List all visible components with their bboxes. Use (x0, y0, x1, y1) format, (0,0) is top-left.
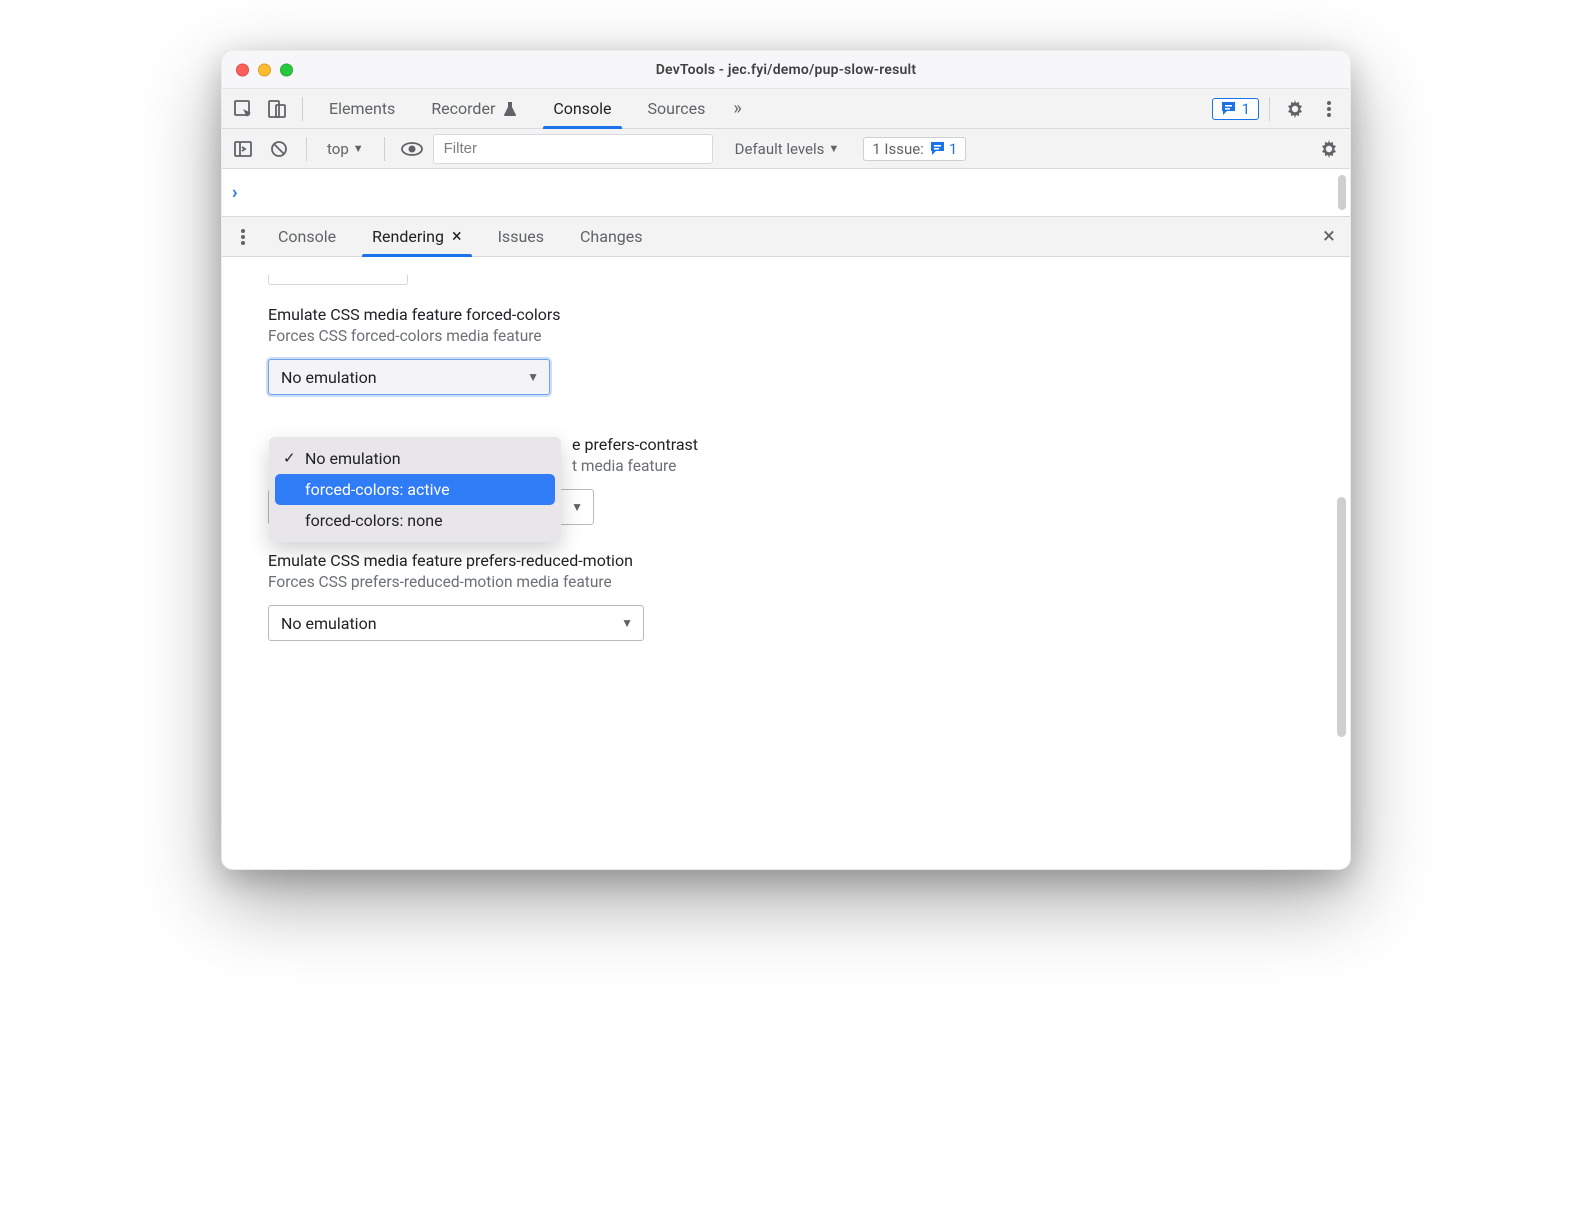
drawer-tabbar: Console Rendering × Issues Changes × (222, 217, 1350, 257)
rendering-panel: Emulate CSS media feature forced-colors … (222, 257, 1350, 869)
section-desc: Forces CSS prefers-reduced-motion media … (268, 573, 1304, 591)
section-prefers-reduced-motion: Emulate CSS media feature prefers-reduce… (268, 551, 1304, 641)
divider (384, 137, 385, 161)
clear-console-icon[interactable] (264, 134, 294, 164)
badge-count: 1 (1242, 100, 1250, 118)
scrollbar-thumb[interactable] (1337, 497, 1346, 737)
context-label: top (327, 140, 349, 158)
device-toolbar-icon[interactable] (262, 94, 292, 124)
tab-elements[interactable]: Elements (313, 89, 411, 128)
dropdown-option-forced-colors-none[interactable]: forced-colors: none (275, 505, 555, 536)
tab-console[interactable]: Console (537, 89, 627, 128)
prompt-icon: › (232, 182, 237, 203)
issues-badge[interactable]: 1 (1212, 98, 1259, 120)
partial-previous-control (268, 275, 408, 285)
select-value: No emulation (281, 614, 377, 633)
tab-label: Recorder (431, 99, 495, 118)
section-title: Emulate CSS media feature forced-colors (268, 305, 1304, 324)
issues-count: 1 (949, 140, 957, 158)
tab-label: Elements (329, 99, 395, 118)
chevron-down-icon: ▼ (353, 142, 364, 155)
tab-label: Console (553, 99, 611, 118)
tab-recorder[interactable]: Recorder (415, 89, 533, 128)
window-minimize-button[interactable] (258, 63, 271, 76)
dropdown-option-forced-colors-active[interactable]: forced-colors: active (275, 474, 555, 505)
flask-icon (503, 101, 517, 117)
chevron-down-icon: ▼ (571, 500, 583, 514)
window-zoom-button[interactable] (280, 63, 293, 76)
live-expression-icon[interactable] (397, 134, 427, 164)
chevron-down-icon: ▼ (621, 616, 633, 630)
message-icon (1221, 101, 1236, 116)
divider (302, 97, 303, 121)
drawer-tab-rendering[interactable]: Rendering × (356, 217, 477, 256)
main-tabbar: Elements Recorder Console Sources » 1 (222, 89, 1350, 129)
forced-colors-select[interactable]: No emulation ▼ (268, 359, 550, 395)
close-drawer-icon[interactable]: × (1314, 222, 1344, 252)
window-close-button[interactable] (236, 63, 249, 76)
kebab-menu-icon[interactable] (1314, 94, 1344, 124)
select-value: No emulation (281, 368, 377, 387)
tab-label: Issues (498, 227, 544, 246)
drawer-tab-issues[interactable]: Issues (482, 217, 560, 256)
chevron-down-icon: ▼ (527, 370, 539, 384)
dropdown-option-no-emulation[interactable]: No emulation (275, 443, 555, 474)
issues-label: 1 Issue: (872, 140, 924, 158)
tab-close-icon[interactable]: × (452, 228, 462, 246)
tab-label: Sources (648, 99, 706, 118)
inspect-element-icon[interactable] (228, 94, 258, 124)
tab-label: Rendering (372, 227, 444, 246)
divider (1269, 97, 1270, 121)
more-tabs-button[interactable]: » (725, 98, 749, 119)
console-input-area[interactable]: › (222, 169, 1350, 217)
tab-label: Changes (580, 227, 643, 246)
settings-icon[interactable] (1280, 94, 1310, 124)
devtools-window: DevTools - jec.fyi/demo/pup-slow-result … (221, 50, 1351, 870)
issues-summary[interactable]: 1 Issue: 1 (863, 137, 966, 161)
divider (306, 137, 307, 161)
prefers-reduced-motion-select[interactable]: No emulation ▼ (268, 605, 644, 641)
context-selector[interactable]: top ▼ (319, 135, 372, 163)
forced-colors-dropdown: No emulation forced-colors: active force… (269, 437, 561, 542)
console-settings-icon[interactable] (1314, 134, 1344, 164)
message-icon (930, 141, 945, 156)
window-title: DevTools - jec.fyi/demo/pup-slow-result (222, 62, 1350, 78)
chevron-down-icon: ▼ (828, 142, 839, 155)
traffic-lights (236, 63, 293, 76)
levels-label: Default levels (735, 140, 825, 158)
log-levels-selector[interactable]: Default levels ▼ (727, 135, 848, 163)
console-toolbar: top ▼ Default levels ▼ 1 Issue: 1 (222, 129, 1350, 169)
section-title: Emulate CSS media feature prefers-reduce… (268, 551, 1304, 570)
tab-label: Console (278, 227, 336, 246)
drawer-tab-console[interactable]: Console (262, 217, 352, 256)
console-sidebar-toggle-icon[interactable] (228, 134, 258, 164)
scrollbar-thumb[interactable] (1338, 175, 1346, 210)
filter-input[interactable] (433, 134, 713, 164)
drawer-kebab-icon[interactable] (228, 222, 258, 252)
drawer-tab-changes[interactable]: Changes (564, 217, 659, 256)
section-forced-colors: Emulate CSS media feature forced-colors … (268, 305, 1304, 395)
section-desc: Forces CSS forced-colors media feature (268, 327, 1304, 345)
tab-sources[interactable]: Sources (632, 89, 722, 128)
titlebar: DevTools - jec.fyi/demo/pup-slow-result (222, 51, 1350, 89)
